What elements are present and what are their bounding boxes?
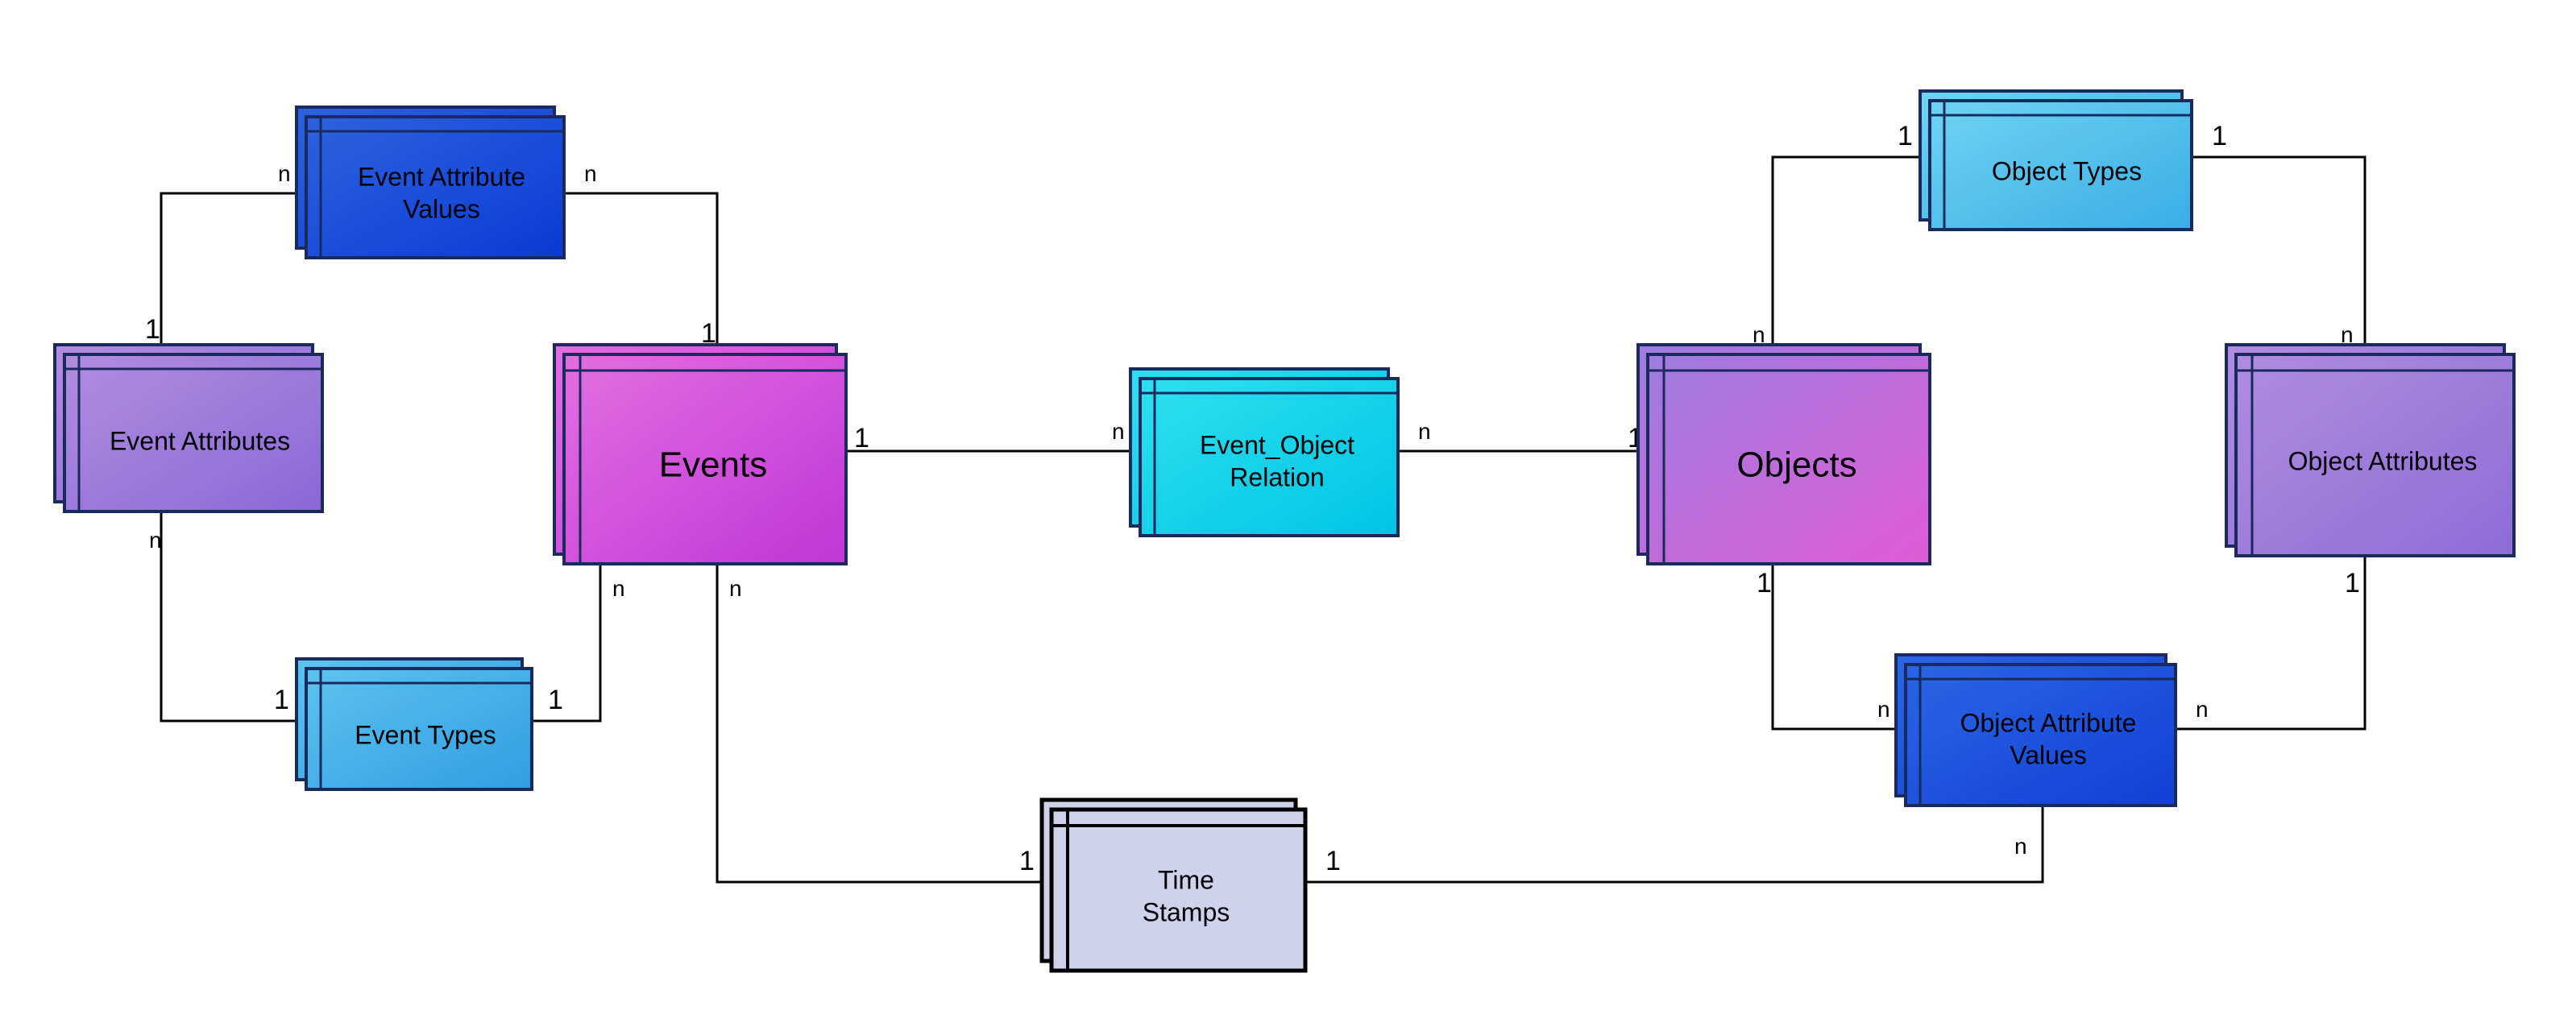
- label: Events: [659, 445, 768, 485]
- edge-evtypes-events: [532, 552, 600, 721]
- card-oav-from-objects-n: n: [1877, 697, 1890, 722]
- entity-objects: Objects: [1638, 345, 1930, 564]
- entity-object-types: Object Types: [1920, 91, 2192, 230]
- card-ts-from-events-1: 1: [1019, 846, 1035, 876]
- card-objattr-from-oav-1: 1: [2345, 568, 2360, 598]
- label-line1: Event_Object: [1200, 430, 1354, 459]
- card-oav-to-objattr-n: n: [2196, 697, 2209, 722]
- label: Event Types: [355, 720, 496, 749]
- card-events-to-ts-n: n: [729, 576, 742, 601]
- card-events-to-eor-1: 1: [854, 423, 869, 453]
- card-evattr-from-evattrval-1: 1: [145, 314, 160, 345]
- label-line2: Values: [403, 194, 479, 223]
- entity-time-stamps: Time Stamps: [1042, 800, 1305, 971]
- entity-event-attributes: Event Attributes: [55, 345, 322, 511]
- entity-event-object-relation: Event_Object Relation: [1130, 369, 1398, 536]
- card-events-from-evtypes-n: n: [612, 576, 625, 601]
- edge-objtypes-objattr: [2192, 157, 2365, 354]
- card-objtypes-from-objects-1: 1: [1898, 121, 1913, 151]
- label: Object Attributes: [2288, 446, 2478, 475]
- card-objects-to-oav-1: 1: [1757, 568, 1772, 598]
- entity-object-attribute-values: Object Attribute Values: [1896, 655, 2176, 805]
- label-line1: Object Attribute: [1960, 708, 2137, 737]
- entity-object-attributes: Object Attributes: [2226, 345, 2514, 556]
- card-ts-to-oav-1: 1: [1325, 846, 1341, 876]
- card-evattr-to-evtypes-n: n: [149, 528, 162, 553]
- label-line2: Relation: [1230, 462, 1324, 491]
- entity-events: Events: [554, 345, 846, 564]
- edge-evattrval-evattr: [161, 193, 306, 350]
- edge-timestamps-objattrval: [1305, 801, 2043, 882]
- card-objtypes-to-objattr-1: 1: [2212, 121, 2227, 151]
- label-line1: Event Attribute: [358, 162, 525, 191]
- card-eor-from-events-n: n: [1112, 419, 1125, 444]
- label: Objects: [1736, 445, 1856, 485]
- label: Event Attributes: [110, 426, 290, 455]
- card-evtypes-from-evattr-1: 1: [274, 685, 289, 715]
- edge-objects-objtypes: [1773, 157, 1930, 354]
- label-line1: Time: [1158, 865, 1214, 894]
- er-diagram: n 1 n 1 n 1 1 n n 1 1 n n 1 1 n n 1 1 n …: [0, 0, 2576, 1027]
- label-line2: Stamps: [1143, 897, 1230, 926]
- edge-evattrval-events: [564, 193, 717, 354]
- card-oav-from-ts-n: n: [2014, 834, 2027, 859]
- edge-events-timestamps: [717, 552, 1052, 882]
- entity-event-types: Event Types: [297, 659, 532, 789]
- label-line2: Values: [2010, 740, 2086, 769]
- label: Object Types: [1992, 156, 2142, 185]
- entity-event-attribute-values: Event Attribute Values: [297, 107, 564, 258]
- card-evtypes-to-events-1: 1: [548, 685, 563, 715]
- card-evattrval-to-events-n: n: [584, 161, 597, 186]
- card-eor-to-objects-n: n: [1418, 419, 1431, 444]
- card-evattrval-to-evattr-n: n: [278, 161, 291, 186]
